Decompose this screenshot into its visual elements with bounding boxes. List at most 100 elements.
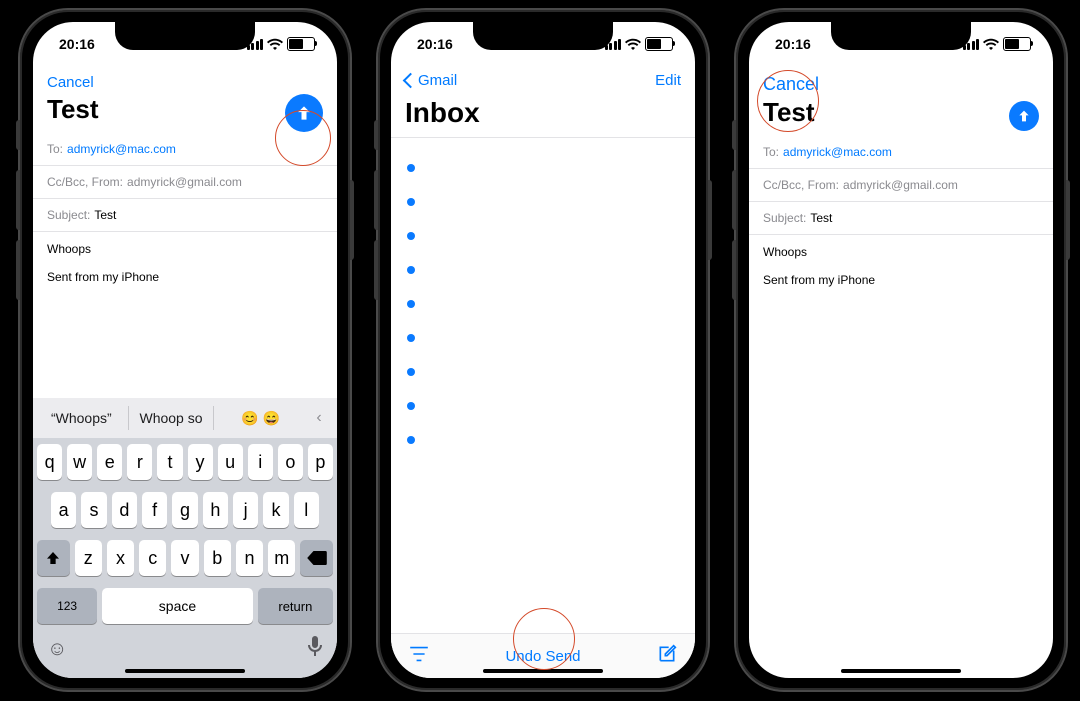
undo-send-button[interactable]: Undo Send [505,648,580,665]
key-c[interactable]: c [139,540,166,576]
keyboard-row-1: qwertyuiop [33,438,337,486]
notch [831,22,971,50]
subject-label: Subject: [47,208,90,222]
from-value: admyrick@gmail.com [127,175,242,189]
unread-dot-icon [407,402,415,410]
unread-dot-icon [407,300,415,308]
dictation-key[interactable] [307,636,323,662]
body-signature: Sent from my iPhone [763,273,1039,287]
send-button[interactable] [1009,101,1039,131]
status-time: 20:16 [775,36,811,52]
prediction-item[interactable]: Whoop so [128,406,215,430]
subject-field[interactable]: Subject: Test [33,199,337,232]
key-a[interactable]: a [51,492,76,528]
unread-dot-icon [407,198,415,206]
key-k[interactable]: k [263,492,288,528]
subject-value: Test [810,211,832,225]
unread-dot-icon [407,368,415,376]
cancel-button[interactable]: Cancel [763,74,819,94]
key-x[interactable]: x [107,540,134,576]
unread-dot-icon [407,164,415,172]
prediction-bar: “Whoops” Whoop so 😊 😄 ‹ [33,398,337,438]
key-d[interactable]: d [112,492,137,528]
battery-icon [645,37,673,51]
key-h[interactable]: h [203,492,228,528]
prediction-collapse-icon[interactable]: ‹ [307,409,331,427]
shift-key[interactable] [37,540,70,576]
to-field[interactable]: To: admyrick@mac.com [33,133,337,166]
cancel-button[interactable]: Cancel [47,74,94,91]
home-indicator[interactable] [483,669,603,673]
unread-dot-icon [407,232,415,240]
key-t[interactable]: t [157,444,182,480]
key-n[interactable]: n [236,540,263,576]
status-time: 20:16 [417,36,453,52]
subject-value: Test [94,208,116,222]
prediction-item[interactable]: 😊 😄 [218,406,303,431]
from-value: admyrick@gmail.com [843,178,958,192]
emoji-key[interactable]: ☺ [47,638,67,661]
prediction-item[interactable]: “Whoops” [39,406,124,430]
back-button[interactable]: Gmail [405,72,457,89]
key-u[interactable]: u [218,444,243,480]
numbers-key[interactable]: 123 [37,588,97,624]
subject-field[interactable]: Subject: Test [749,202,1053,235]
unread-dot-icon [407,266,415,274]
status-time: 20:16 [59,36,95,52]
home-indicator[interactable] [841,669,961,673]
to-label: To: [47,142,63,156]
wifi-icon [267,38,283,50]
keyboard-row-3: zxcvbnm [33,534,337,582]
send-button[interactable] [285,94,323,132]
unread-dot-icon [407,436,415,444]
compose-title: Test [33,92,113,133]
home-indicator[interactable] [125,669,245,673]
inbox-title: Inbox [391,89,695,138]
battery-icon [1003,37,1031,51]
key-y[interactable]: y [188,444,213,480]
key-l[interactable]: l [294,492,319,528]
key-p[interactable]: p [308,444,333,480]
compose-button[interactable] [657,644,677,669]
key-q[interactable]: q [37,444,62,480]
key-j[interactable]: j [233,492,258,528]
to-value: admyrick@mac.com [783,145,892,159]
key-f[interactable]: f [142,492,167,528]
key-e[interactable]: e [97,444,122,480]
subject-label: Subject: [763,211,806,225]
space-key[interactable]: space [102,588,253,624]
cc-bcc-from-field[interactable]: Cc/Bcc, From: admyrick@gmail.com [33,166,337,199]
filter-icon [409,646,429,662]
notch [115,22,255,50]
key-i[interactable]: i [248,444,273,480]
arrow-up-icon [294,103,314,123]
delete-key[interactable] [300,540,333,576]
key-w[interactable]: w [67,444,92,480]
cc-bcc-from-field[interactable]: Cc/Bcc, From: admyrick@gmail.com [749,169,1053,202]
key-b[interactable]: b [204,540,231,576]
to-field[interactable]: To: admyrick@mac.com [749,136,1053,169]
message-body[interactable]: Whoops Sent from my iPhone [33,232,337,294]
key-m[interactable]: m [268,540,295,576]
microphone-icon [307,636,323,656]
filter-button[interactable] [409,646,429,667]
key-g[interactable]: g [172,492,197,528]
keyboard-row-2: asdfghjkl [33,486,337,534]
shift-icon [45,550,61,566]
compose-title: Test [749,95,829,136]
key-v[interactable]: v [171,540,198,576]
return-key[interactable]: return [258,588,333,624]
ios-keyboard: “Whoops” Whoop so 😊 😄 ‹ qwertyuiop asdfg… [33,398,337,678]
key-s[interactable]: s [81,492,106,528]
body-line: Whoops [763,245,1039,259]
key-z[interactable]: z [75,540,102,576]
notch [473,22,613,50]
cc-label: Cc/Bcc, From: [763,178,839,192]
key-o[interactable]: o [278,444,303,480]
message-body[interactable]: Whoops Sent from my iPhone [749,235,1053,297]
backspace-icon [307,551,327,565]
battery-icon [287,37,315,51]
edit-button[interactable]: Edit [655,72,681,89]
key-r[interactable]: r [127,444,152,480]
unread-dot-icon [407,334,415,342]
